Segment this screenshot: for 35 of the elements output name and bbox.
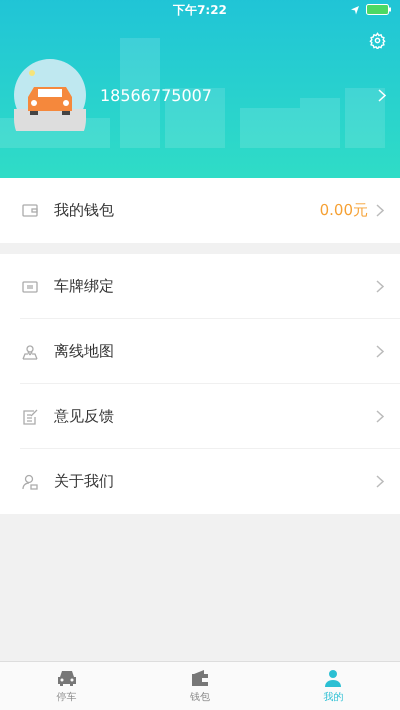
menu-item[interactable]: 关于我们 [0,449,400,514]
row-label: 车牌绑定 [54,277,115,296]
wallet-row[interactable]: 我的钱包 0.00元 [0,178,400,243]
menu-item[interactable]: 意见反馈 [0,384,400,449]
row-label: 关于我们 [54,472,115,491]
avatar-drawing[interactable] [14,59,86,131]
wallet-icon [190,668,210,686]
car-icon [56,668,78,686]
tab-label: 我的 [323,690,344,704]
wallet-icon [22,204,38,217]
note-icon [22,408,38,424]
map-pin-icon [22,344,38,360]
chevron-icon [376,345,384,358]
chevron-icon [376,475,384,488]
chevron-icon [376,410,384,423]
tab-label: 钱包 [190,690,210,704]
person-icon [22,474,38,490]
wallet-balance: 0.00元 [320,201,368,220]
status-time: 下午7:22 [173,2,227,18]
tab[interactable]: 停车 [0,662,134,710]
person-icon [323,668,344,686]
chevron-icon[interactable] [378,88,386,102]
menu-item[interactable]: 离线地图 [0,319,400,384]
row-label: 意见反馈 [54,407,115,426]
settings-icon[interactable] [369,32,386,49]
tab-label: 停车 [56,690,77,704]
row-label: 离线地图 [54,342,115,361]
plate-icon [22,280,38,292]
chevron-icon [376,280,384,293]
battery-icon [366,4,392,15]
phone-number: 18566775007 [100,86,213,104]
location-icon [350,4,360,14]
menu-item[interactable]: 车牌绑定 [0,254,400,319]
row-label: 我的钱包 [54,201,115,220]
chevron-icon [376,204,384,217]
